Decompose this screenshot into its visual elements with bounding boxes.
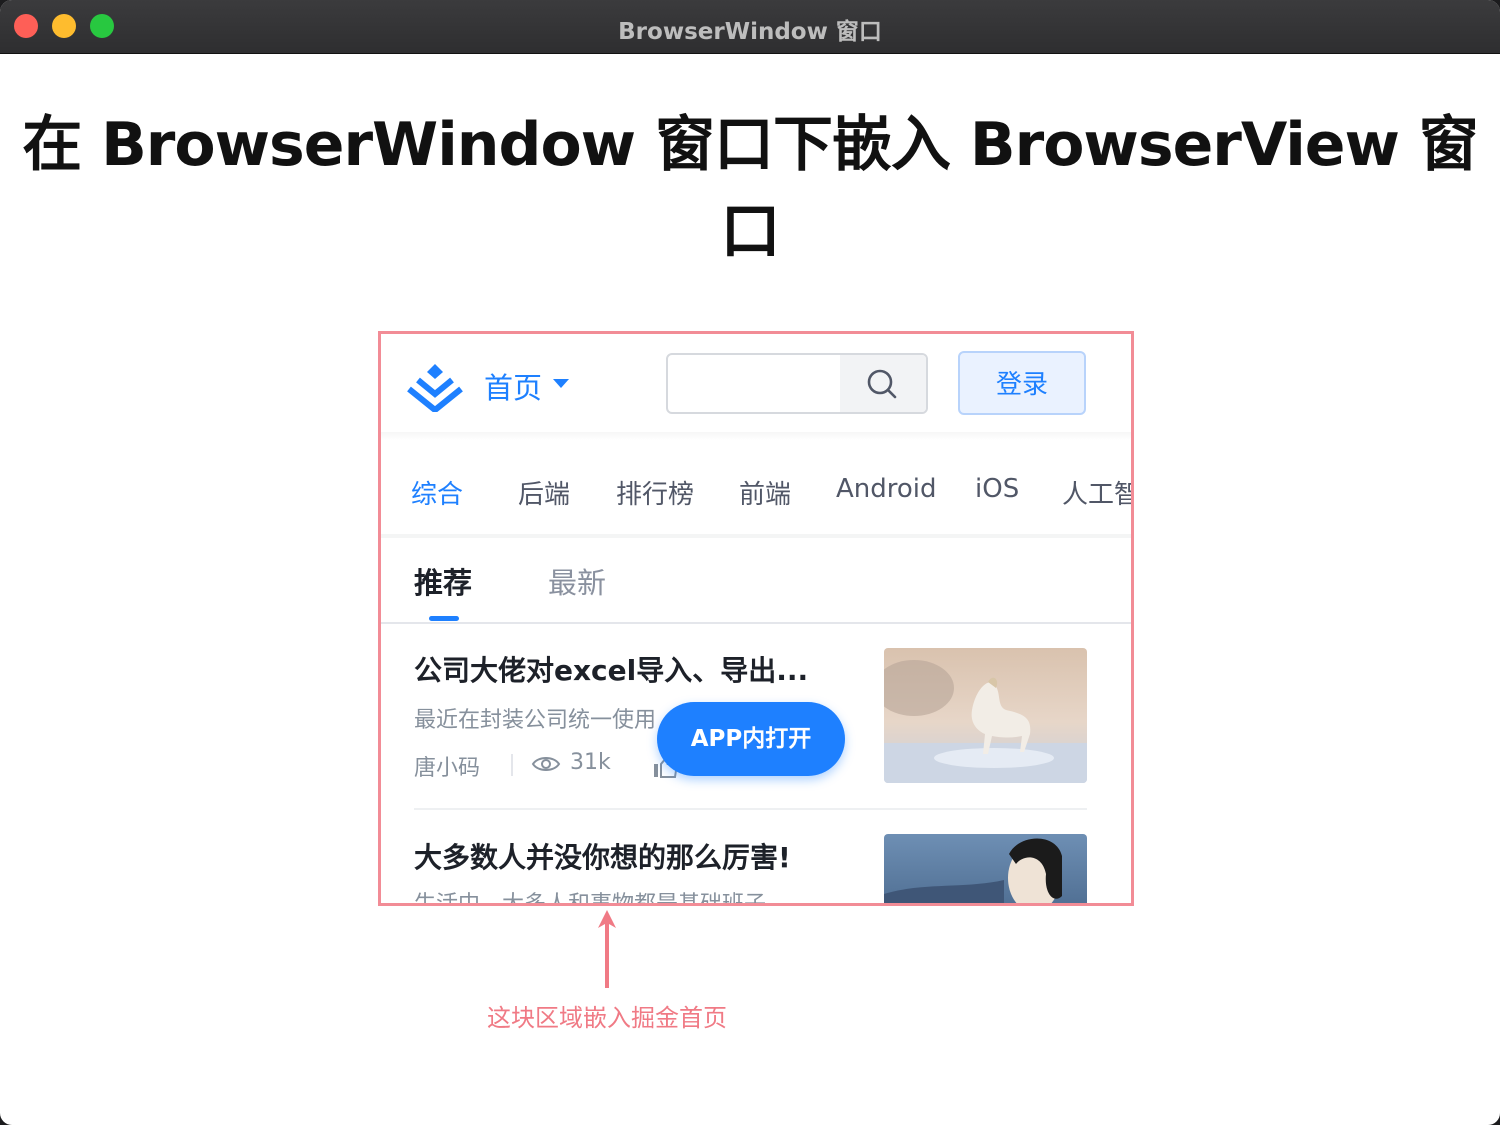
tab-recommended[interactable]: 推荐 (414, 560, 472, 602)
category-tab-backend[interactable]: 后端 (518, 474, 570, 511)
article-thumbnail-person[interactable] (884, 834, 1087, 903)
article-divider (414, 808, 1087, 810)
chevron-down-icon[interactable] (553, 379, 569, 388)
category-nav: 综合 后端 排行榜 前端 Android iOS 人工智 (381, 474, 1131, 510)
category-tab-ios[interactable]: iOS (975, 474, 1019, 504)
annotation-arrow-icon (598, 910, 616, 988)
category-tab-comprehensive[interactable]: 综合 (411, 474, 463, 511)
eye-icon (531, 757, 561, 771)
open-in-app-button[interactable]: APP内打开 (657, 702, 845, 776)
home-menu[interactable]: 首页 (484, 365, 542, 407)
tabs-divider (381, 622, 1131, 624)
window-title: BrowserWindow 窗口 (618, 19, 882, 45)
header-divider (381, 432, 1131, 440)
article-thumbnail-horse[interactable] (884, 648, 1087, 783)
juejin-logo-icon[interactable] (405, 362, 465, 412)
search-box (666, 353, 928, 414)
tab-latest[interactable]: 最新 (548, 560, 606, 602)
article-author[interactable]: 唐小码 (414, 750, 480, 782)
search-icon (867, 369, 897, 399)
article-title[interactable]: 公司大佬对excel导入、导出... (414, 649, 808, 689)
login-button[interactable]: 登录 (958, 351, 1086, 415)
title-bar[interactable]: BrowserWindow 窗口 (0, 0, 1500, 54)
category-tab-ai[interactable]: 人工智 (1062, 474, 1131, 511)
search-input[interactable] (668, 355, 840, 412)
category-tab-android[interactable]: Android (836, 474, 937, 504)
search-button[interactable] (840, 355, 926, 412)
article-description: 最近在封装公司统一使用 (414, 708, 657, 733)
browser-window: BrowserWindow 窗口 在 BrowserWindow 窗口下嵌入 B… (0, 0, 1500, 1125)
embedded-browser-view: 首页 登录 综合 后端 排行榜 前端 Android iOS 人工智 推荐 最新… (378, 331, 1134, 906)
page-heading: 在 BrowserWindow 窗口下嵌入 BrowserView 窗口 (22, 110, 1479, 267)
category-divider (381, 534, 1131, 538)
article-views: 31k (570, 750, 611, 775)
annotation-caption: 这块区域嵌入掘金首页 (487, 1004, 727, 1032)
meta-divider (511, 754, 513, 776)
active-tab-indicator (429, 616, 459, 621)
article-title[interactable]: 大多数人并没你想的那么厉害! (414, 836, 791, 876)
category-tab-ranking[interactable]: 排行榜 (616, 474, 694, 511)
article-description: 生活中，大多人和事物都是基础班子 (414, 892, 767, 906)
category-tab-frontend[interactable]: 前端 (739, 474, 791, 511)
